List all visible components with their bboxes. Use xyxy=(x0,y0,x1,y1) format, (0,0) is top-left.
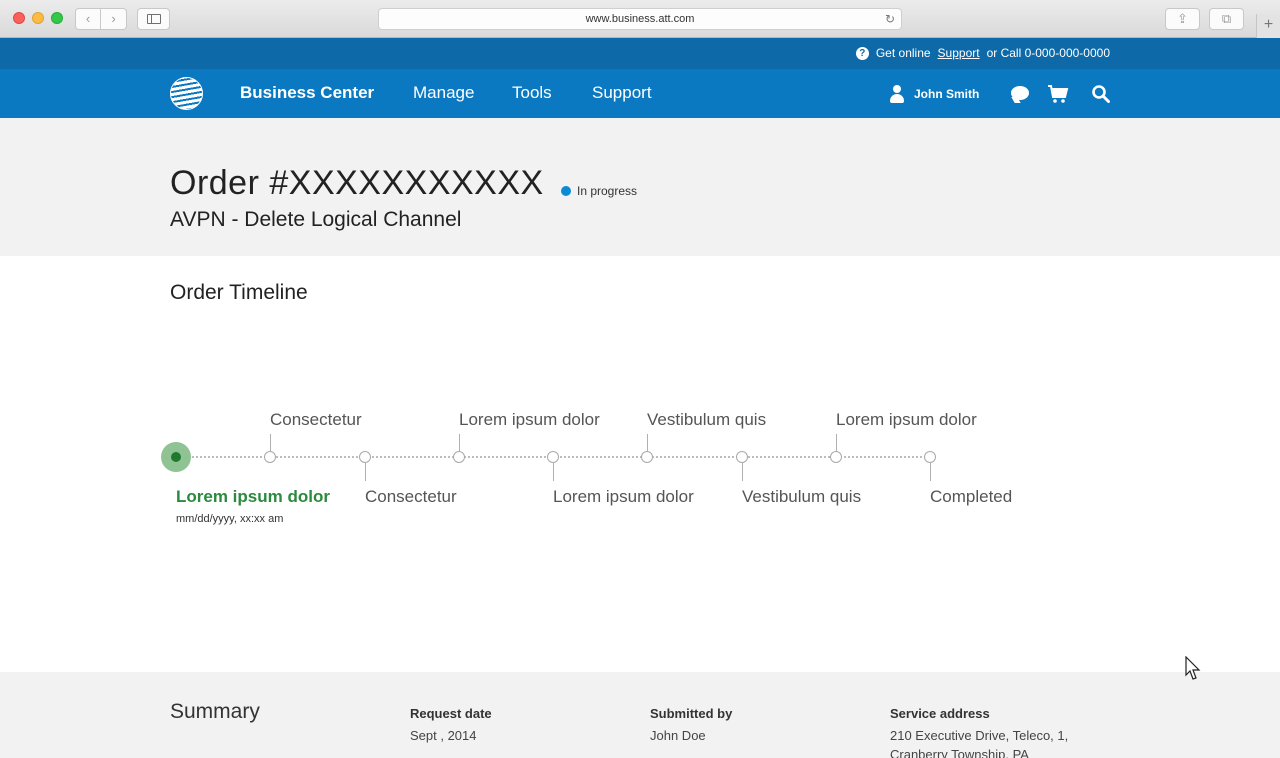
chevron-right-icon: › xyxy=(111,11,116,26)
service-address-line2: Cranberry Township, PA xyxy=(890,747,1029,758)
nav-item-manage[interactable]: Manage xyxy=(413,83,474,103)
timeline-step-label: Consectetur xyxy=(270,410,362,429)
timeline-step-label: Completed xyxy=(930,487,1013,506)
utility-bar: ? Get online Support or Call 0-000-000-0… xyxy=(0,38,1280,69)
support-link[interactable]: Support xyxy=(938,46,980,60)
sidebar-icon xyxy=(146,14,161,24)
timeline-step-label: Lorem ipsum dolor xyxy=(836,410,977,429)
summary-service-address: Service address 210 Executive Drive, Tel… xyxy=(890,706,1068,758)
zoom-window-button[interactable] xyxy=(51,12,63,24)
timeline-connector xyxy=(270,434,271,451)
user-icon xyxy=(889,85,905,103)
order-timeline: Lorem ipsum dolor mm/dd/yyyy, xx:xx am C… xyxy=(0,400,1280,540)
share-button[interactable]: ⇪ xyxy=(1165,8,1200,30)
forward-button[interactable]: › xyxy=(101,8,127,30)
active-step-date: mm/dd/yyyy, xx:xx am xyxy=(176,513,284,525)
nav-item-tools[interactable]: Tools xyxy=(512,83,552,103)
timeline-connector xyxy=(647,434,648,451)
timeline-title: Order Timeline xyxy=(170,281,308,304)
order-header: Order #XXXXXXXXXXX In progress AVPN - De… xyxy=(0,118,1280,256)
timeline-node[interactable] xyxy=(736,451,748,463)
back-button[interactable]: ‹ xyxy=(75,8,101,30)
user-menu[interactable]: John Smith xyxy=(889,85,979,103)
timeline-connector xyxy=(365,463,366,481)
service-address-line1: 210 Executive Drive, Teleco, 1, xyxy=(890,728,1069,743)
close-window-button[interactable] xyxy=(13,12,25,24)
timeline-connector xyxy=(459,434,460,451)
service-address-label: Service address xyxy=(890,706,990,721)
timeline-step-label: Lorem ipsum dolor xyxy=(553,487,694,506)
main-nav: Business Center Manage Tools Support Joh… xyxy=(0,69,1280,118)
timeline-node[interactable] xyxy=(641,451,653,463)
support-prefix: Get online xyxy=(875,46,931,60)
timeline-node[interactable] xyxy=(264,451,276,463)
share-icon: ⇪ xyxy=(1177,11,1188,26)
chevron-left-icon: ‹ xyxy=(85,11,91,26)
new-tab-button[interactable]: + xyxy=(1256,14,1280,38)
timeline-node[interactable] xyxy=(453,451,465,463)
help-icon: ? xyxy=(855,46,869,60)
summary-request-date: Request date Sept , 2014 xyxy=(410,706,492,745)
user-name: John Smith xyxy=(914,87,980,101)
timeline-node[interactable] xyxy=(547,451,559,463)
active-step-dot[interactable] xyxy=(171,452,181,462)
search-icon[interactable] xyxy=(1092,85,1110,103)
status-dot-icon xyxy=(561,186,571,196)
timeline-connector xyxy=(930,463,931,481)
timeline-step-label: Lorem ipsum dolor xyxy=(459,410,600,429)
timeline-step-label: Vestibulum quis xyxy=(742,487,862,506)
timeline-connector xyxy=(836,434,837,451)
cart-icon[interactable] xyxy=(1047,83,1069,105)
timeline-step-label: Consectetur xyxy=(365,487,457,506)
support-contact: ? Get online Support or Call 0-000-000-0… xyxy=(855,46,1110,60)
submitted-by-value: John Doe xyxy=(650,728,706,743)
timeline-connector xyxy=(742,463,743,481)
request-date-value: Sept , 2014 xyxy=(410,728,477,743)
minimize-window-button[interactable] xyxy=(32,12,44,24)
tab-overview-button[interactable]: ⧉ xyxy=(1209,8,1244,30)
reload-icon[interactable]: ↻ xyxy=(885,9,895,29)
timeline-step-label: Vestibulum quis xyxy=(647,410,767,429)
summary-submitted-by: Submitted by John Doe xyxy=(650,706,732,745)
summary-section: Summary Request date Sept , 2014 Submitt… xyxy=(0,672,1280,758)
support-suffix: or Call 0-000-000-0000 xyxy=(986,46,1110,60)
status-text: In progress xyxy=(577,184,638,198)
tabs-icon: ⧉ xyxy=(1221,11,1232,26)
timeline-connector xyxy=(553,463,554,481)
timeline-node[interactable] xyxy=(924,451,936,463)
page-title: Order #XXXXXXXXXXX xyxy=(170,164,544,202)
plus-icon: + xyxy=(1263,16,1274,33)
active-step-label: Lorem ipsum dolor xyxy=(176,487,330,506)
request-date-label: Request date xyxy=(410,706,492,721)
sidebar-toggle-button[interactable] xyxy=(137,8,170,30)
order-subtitle: AVPN - Delete Logical Channel xyxy=(170,208,462,231)
address-bar[interactable]: www.business.att.com ↻ xyxy=(378,8,902,30)
status-badge: In progress xyxy=(561,184,637,198)
url-text: www.business.att.com xyxy=(585,13,695,25)
mouse-cursor-icon xyxy=(1185,656,1201,680)
timeline-node[interactable] xyxy=(359,451,371,463)
browser-toolbar: ‹ › www.business.att.com ↻ ⇪ ⧉ + xyxy=(0,0,1280,38)
brand-link[interactable]: Business Center xyxy=(240,83,374,103)
timeline-node[interactable] xyxy=(830,451,842,463)
summary-title: Summary xyxy=(170,700,260,723)
att-globe-logo-icon[interactable] xyxy=(170,77,203,110)
submitted-by-label: Submitted by xyxy=(650,706,733,721)
nav-item-support[interactable]: Support xyxy=(592,83,652,103)
chat-icon[interactable] xyxy=(1011,86,1029,100)
